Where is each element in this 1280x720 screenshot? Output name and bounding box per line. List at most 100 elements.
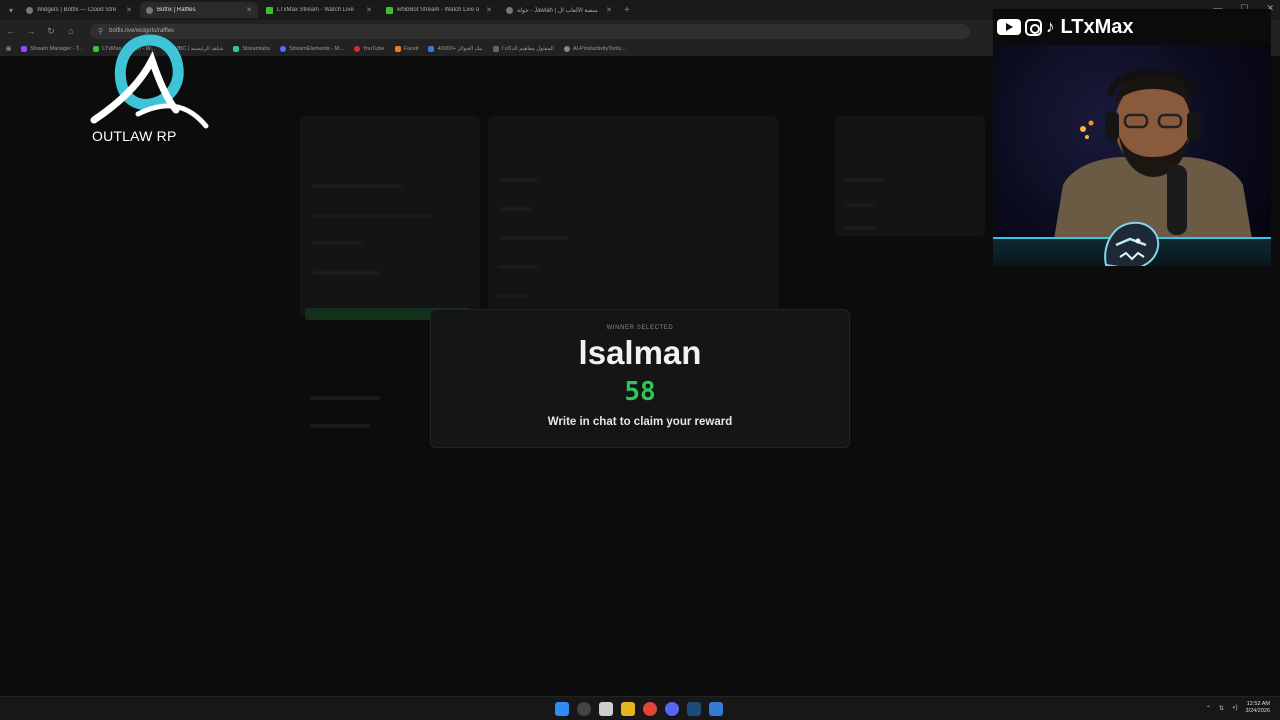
logo-mark-icon — [90, 34, 209, 129]
bookmark-icon — [563, 46, 570, 52]
tab-title: LTxMax Stream - Watch Live — [277, 7, 354, 13]
placeholder-line — [498, 265, 538, 269]
apps-icon[interactable]: ▦ — [6, 46, 11, 52]
bookmark-item[interactable]: Faceit — [394, 46, 419, 52]
tab-title: Widgets | Botfix — Cloud Stre — [37, 7, 117, 13]
dragon-mascot-icon — [1104, 221, 1160, 266]
screen: ▾ Widgets | Botfix — Cloud Stre ✕ Botfix… — [0, 0, 1280, 720]
winner-modal: WINNER SELECTED lsalman 58 Write in chat… — [430, 309, 850, 448]
claim-message: Write in chat to claim your reward — [547, 416, 733, 428]
network-icon[interactable]: ⇅ — [1219, 705, 1224, 712]
placeholder-line — [310, 424, 370, 428]
tab-title: جولة - Jawlah | منصة الألعاب ال — [517, 7, 598, 14]
bookmark-label: المفتول مفاهيم الذكاء ا — [501, 46, 554, 52]
steam-icon[interactable] — [687, 702, 701, 716]
browser-tab[interactable]: جولة - Jawlah | منصة الألعاب ال ✕ — [500, 2, 618, 18]
logo-text: OUTLAW RP — [92, 128, 177, 144]
kick-icon — [386, 6, 393, 14]
file-explorer-icon[interactable] — [621, 702, 635, 716]
volume-icon[interactable]: ◖) — [1232, 705, 1238, 711]
bookmark-label: StreamElements - M... — [289, 46, 344, 52]
winner-name: lsalman — [578, 334, 702, 371]
bookmark-item[interactable]: 40000+ بنك الجوائز — [428, 46, 483, 52]
bookmark-item[interactable]: YouTube — [353, 46, 385, 52]
search-icon[interactable] — [577, 702, 591, 716]
clock[interactable]: 12:52 AM 3/24/2026 — [1246, 701, 1270, 715]
streamelements-icon — [280, 46, 287, 52]
system-tray: ⌃ ⇅ ◖) 12:52 AM 3/24/2026 — [1206, 701, 1270, 715]
close-tab-icon[interactable]: ✕ — [366, 6, 372, 14]
bookmark-label: AI-ProductivityTools... — [572, 46, 626, 52]
close-tab-icon[interactable]: ✕ — [246, 6, 252, 14]
placeholder-line — [498, 207, 534, 211]
placeholder-line — [312, 241, 362, 245]
placeholder-line — [845, 203, 875, 207]
chrome-icon[interactable] — [643, 702, 657, 716]
outlaw-rp-logo: OUTLAW RP — [88, 34, 212, 146]
placeholder-line — [498, 294, 528, 298]
close-tab-icon[interactable]: ✕ — [486, 6, 492, 14]
app-icon[interactable] — [709, 702, 723, 716]
social-handle: LTxMax — [1060, 15, 1134, 38]
home-icon[interactable]: ⌂ — [66, 26, 76, 36]
close-tab-icon[interactable]: ✕ — [126, 6, 132, 14]
clock-time: 12:52 AM — [1246, 701, 1270, 707]
placeholder-line — [312, 271, 382, 275]
instagram-icon — [1025, 18, 1042, 36]
winner-label: WINNER SELECTED — [606, 325, 674, 331]
task-view-icon[interactable] — [599, 702, 613, 716]
claim-countdown: 58 — [624, 377, 656, 407]
globe-icon — [26, 6, 33, 14]
kick-icon — [266, 6, 273, 14]
last-winners-panel — [835, 116, 985, 236]
bookmark-label: YouTube — [362, 46, 385, 52]
placeholder-line — [845, 178, 885, 182]
browser-tab[interactable]: Widgets | Botfix — Cloud Stre ✕ — [20, 2, 138, 18]
youtube-icon — [997, 19, 1021, 35]
browser-tab-active[interactable]: Botfix | Raffles ✕ — [140, 2, 258, 18]
address-bar[interactable]: ⚲ botfix.live/widgets/raffles — [90, 23, 970, 39]
bookmark-item[interactable]: Stream Manager - T... — [21, 46, 83, 52]
placeholder-line — [310, 396, 380, 400]
twitch-icon — [21, 46, 28, 52]
youtube-icon — [353, 46, 360, 52]
bookmark-item[interactable]: Streamlabs — [233, 46, 270, 52]
browser-tab[interactable]: whibBot Stream - Watch Live o ✕ — [380, 2, 498, 18]
placeholder-line — [312, 214, 432, 218]
social-bar: ♪ LTxMax — [993, 9, 1271, 45]
forward-icon[interactable]: → — [26, 26, 36, 36]
streamlabs-icon — [233, 46, 240, 52]
bookmark-item[interactable]: StreamElements - M... — [280, 46, 344, 52]
browser-tab[interactable]: LTxMax Stream - Watch Live ✕ — [260, 2, 378, 18]
back-icon[interactable]: ← — [6, 26, 16, 36]
placeholder-line — [498, 178, 538, 182]
bookmark-label: Stream Manager - T... — [30, 46, 84, 52]
placeholder-line — [312, 184, 402, 188]
webcam-overlay: ♪ LTxMax — [993, 9, 1271, 266]
reload-icon[interactable]: ↻ — [46, 26, 56, 37]
bookmark-label: Faceit — [403, 46, 419, 52]
chevron-up-icon[interactable]: ⌃ — [1206, 705, 1211, 712]
participants-panel — [488, 116, 778, 316]
tiktok-icon: ♪ — [1046, 17, 1055, 36]
folder-icon — [492, 46, 499, 52]
close-tab-icon[interactable]: ✕ — [606, 6, 612, 14]
windows-taskbar: ⌃ ⇅ ◖) 12:52 AM 3/24/2026 — [0, 696, 1280, 720]
bookmark-icon — [428, 46, 435, 52]
taskbar-apps — [555, 702, 723, 716]
start-icon[interactable] — [555, 702, 569, 716]
bookmark-label: Streamlabs — [242, 46, 271, 52]
globe-icon — [506, 6, 513, 14]
globe-icon — [146, 6, 153, 14]
tab-search-icon[interactable]: ▾ — [4, 6, 18, 15]
bookmark-item[interactable]: AI-ProductivityTools... — [563, 46, 626, 52]
clock-date: 3/24/2026 — [1245, 708, 1270, 714]
tab-title: Botfix | Raffles — [157, 7, 196, 13]
placeholder-line — [498, 236, 568, 240]
new-tab-icon[interactable]: + — [624, 5, 630, 16]
discord-icon[interactable] — [665, 702, 679, 716]
placeholder-line — [845, 226, 875, 230]
tab-title: whibBot Stream - Watch Live o — [397, 7, 480, 13]
faceit-icon — [394, 46, 401, 52]
bookmark-item[interactable]: المفتول مفاهيم الذكاء ا — [492, 46, 554, 52]
